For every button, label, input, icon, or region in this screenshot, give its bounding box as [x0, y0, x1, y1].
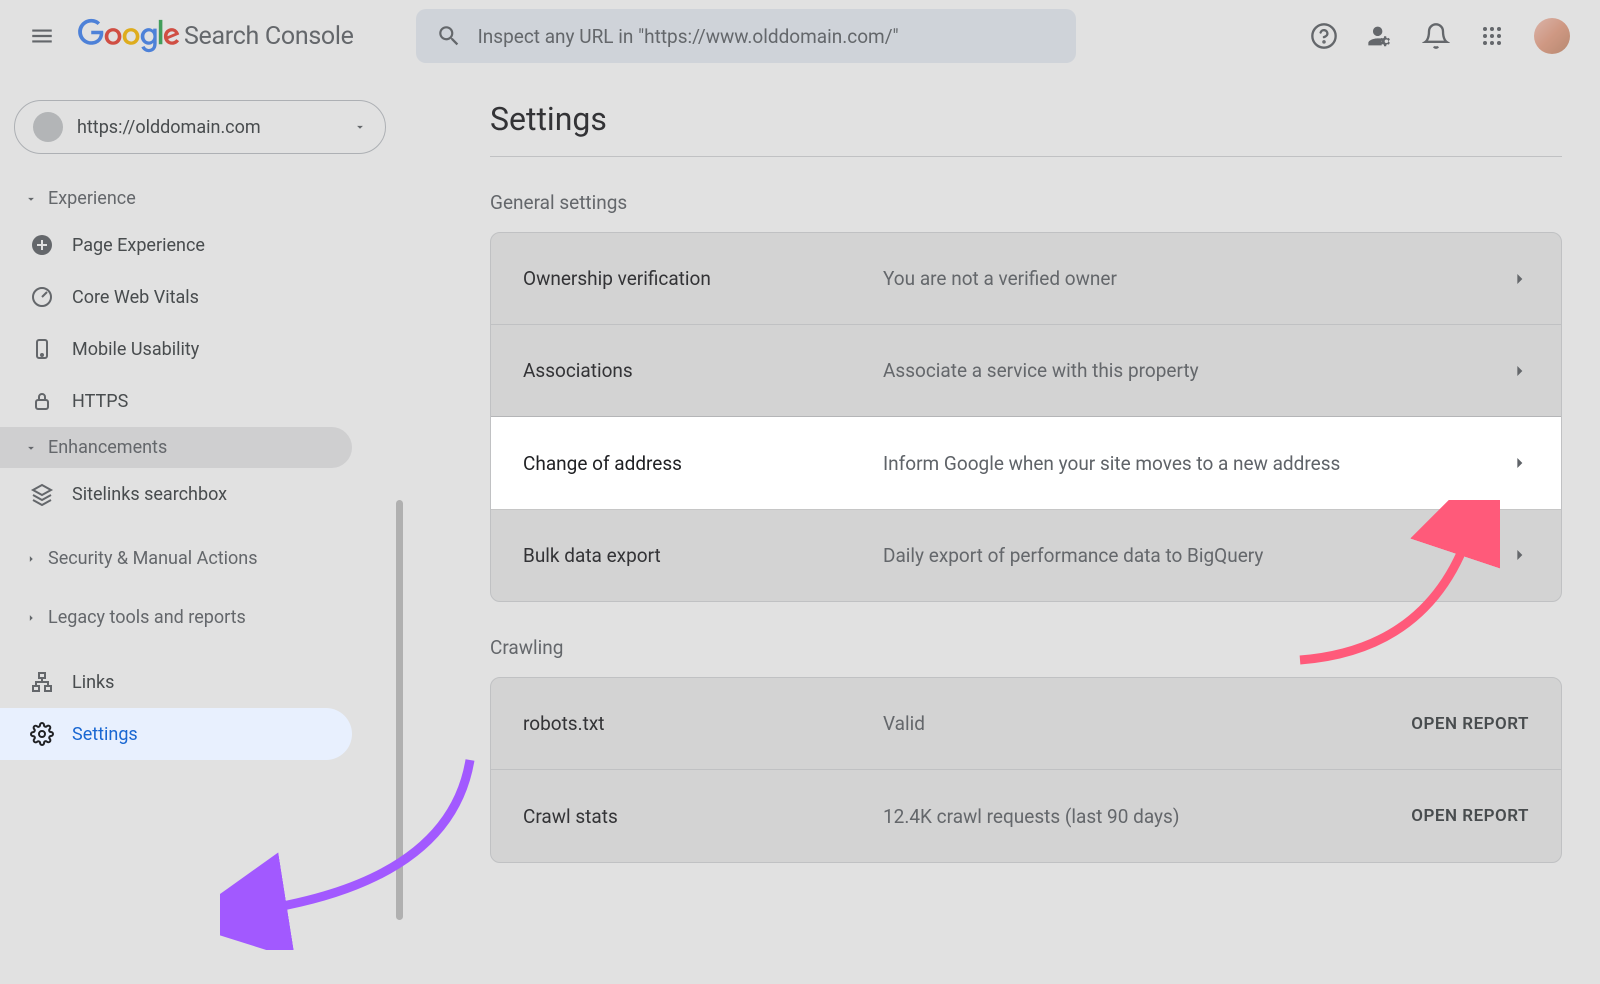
- nav-item-label: Page Experience: [72, 235, 205, 256]
- nav-sitelinks-searchbox[interactable]: Sitelinks searchbox: [0, 468, 352, 520]
- property-label: https://olddomain.com: [77, 117, 339, 138]
- notifications-button[interactable]: [1422, 22, 1450, 50]
- logo-product-text: Search Console: [184, 22, 354, 51]
- nav-section-label: Legacy tools and reports: [48, 607, 246, 628]
- search-placeholder: Inspect any URL in "https://www.olddomai…: [478, 25, 899, 48]
- users-button[interactable]: [1366, 22, 1394, 50]
- row-description: 12.4K crawl requests (last 90 days): [883, 805, 1411, 828]
- apps-button[interactable]: [1478, 22, 1506, 50]
- nav-section-security[interactable]: Security & Manual Actions: [0, 538, 400, 579]
- nav-item-label: Core Web Vitals: [72, 287, 199, 308]
- chevron-right-icon: [1509, 269, 1529, 289]
- nav-item-label: Links: [72, 672, 114, 693]
- row-bulk-data-export[interactable]: Bulk data export Daily export of perform…: [491, 509, 1561, 601]
- lock-icon: [30, 389, 54, 413]
- nav-item-label: Settings: [72, 724, 138, 745]
- row-crawl-stats[interactable]: Crawl stats 12.4K crawl requests (last 9…: [491, 770, 1561, 862]
- page-title: Settings: [490, 100, 1562, 138]
- general-settings-card: Ownership verification You are not a ver…: [490, 232, 1562, 602]
- chevron-right-icon: [1509, 453, 1529, 473]
- gauge-icon: [30, 285, 54, 309]
- sidebar: https://olddomain.com Experience Page Ex…: [0, 80, 400, 768]
- chevron-right-icon: [1509, 361, 1529, 381]
- open-report-button[interactable]: OPEN REPORT: [1411, 714, 1529, 734]
- row-description: Associate a service with this property: [883, 359, 1491, 382]
- row-description: Valid: [883, 712, 1411, 735]
- help-button[interactable]: [1310, 22, 1338, 50]
- nav-item-label: HTTPS: [72, 391, 128, 412]
- globe-plus-icon: [30, 233, 54, 257]
- property-selector[interactable]: https://olddomain.com: [14, 100, 386, 154]
- header-actions: [1310, 18, 1582, 54]
- row-title: Associations: [523, 359, 883, 382]
- hamburger-menu-button[interactable]: [18, 12, 66, 60]
- nav-section-enhancements[interactable]: Enhancements: [0, 427, 352, 468]
- row-description: Daily export of performance data to BigQ…: [883, 544, 1491, 567]
- nav-core-web-vitals[interactable]: Core Web Vitals: [0, 271, 352, 323]
- nav-section-experience[interactable]: Experience: [0, 178, 400, 219]
- row-title: Crawl stats: [523, 805, 883, 828]
- nav-section-label: Experience: [48, 188, 136, 209]
- row-ownership-verification[interactable]: Ownership verification You are not a ver…: [491, 233, 1561, 325]
- grid-icon: [1480, 24, 1504, 48]
- row-title: Ownership verification: [523, 267, 883, 290]
- url-inspect-search[interactable]: Inspect any URL in "https://www.olddomai…: [416, 9, 1076, 63]
- row-title: robots.txt: [523, 712, 883, 735]
- nav-links[interactable]: Links: [0, 656, 352, 708]
- bell-icon: [1422, 22, 1450, 50]
- nav-https[interactable]: HTTPS: [0, 375, 352, 427]
- section-general-settings: General settings: [490, 191, 1562, 214]
- row-title: Change of address: [523, 452, 883, 475]
- caret-down-icon: [24, 192, 38, 206]
- nav-item-label: Sitelinks searchbox: [72, 484, 227, 505]
- nav-section-legacy[interactable]: Legacy tools and reports: [0, 597, 400, 638]
- sitemap-icon: [30, 670, 54, 694]
- google-logo-icon: [78, 18, 180, 54]
- caret-down-icon: [24, 441, 38, 455]
- sidebar-scrollbar[interactable]: [396, 500, 403, 920]
- row-description: You are not a verified owner: [883, 267, 1491, 290]
- row-title: Bulk data export: [523, 544, 883, 567]
- hamburger-icon: [29, 23, 55, 49]
- nav-mobile-usability[interactable]: Mobile Usability: [0, 323, 352, 375]
- help-icon: [1310, 22, 1338, 50]
- section-crawling: Crawling: [490, 636, 1562, 659]
- account-avatar[interactable]: [1534, 18, 1570, 54]
- row-change-of-address[interactable]: Change of address Inform Google when you…: [491, 417, 1561, 509]
- chevron-right-icon: [1509, 545, 1529, 565]
- nav-section-label: Security & Manual Actions: [48, 548, 258, 569]
- nav-section-label: Enhancements: [48, 437, 167, 458]
- dropdown-caret-icon: [353, 120, 367, 134]
- gear-icon: [30, 722, 54, 746]
- row-associations[interactable]: Associations Associate a service with th…: [491, 325, 1561, 417]
- app-header: Search Console Inspect any URL in "https…: [0, 0, 1600, 72]
- row-description: Inform Google when your site moves to a …: [883, 452, 1491, 475]
- nav-page-experience[interactable]: Page Experience: [0, 219, 352, 271]
- main-content: Settings General settings Ownership veri…: [490, 100, 1562, 863]
- app-logo[interactable]: Search Console: [78, 18, 354, 54]
- row-robots-txt[interactable]: robots.txt Valid OPEN REPORT: [491, 678, 1561, 770]
- caret-right-icon: [24, 611, 38, 625]
- annotation-arrow-purple: [220, 750, 480, 950]
- nav-settings[interactable]: Settings: [0, 708, 352, 760]
- search-icon: [436, 23, 462, 49]
- user-gear-icon: [1366, 22, 1394, 50]
- property-favicon-placeholder-icon: [33, 112, 63, 142]
- layers-icon: [30, 482, 54, 506]
- nav-item-label: Mobile Usability: [72, 339, 199, 360]
- mobile-icon: [30, 337, 54, 361]
- open-report-button[interactable]: OPEN REPORT: [1411, 806, 1529, 826]
- caret-right-icon: [24, 552, 38, 566]
- crawling-card: robots.txt Valid OPEN REPORT Crawl stats…: [490, 677, 1562, 863]
